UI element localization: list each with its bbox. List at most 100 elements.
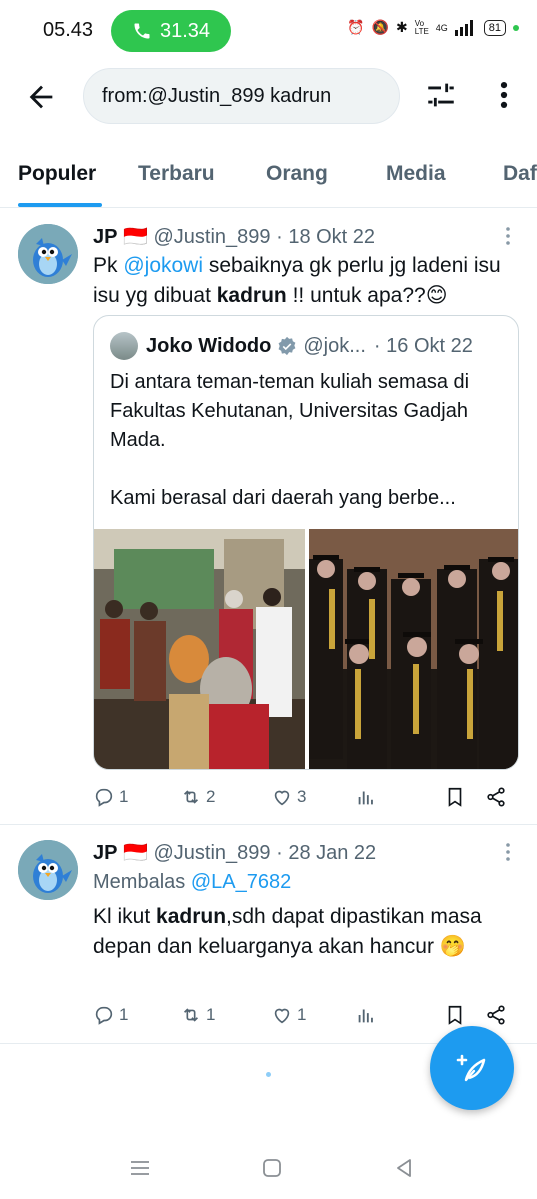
filter-settings-icon[interactable] — [424, 78, 458, 112]
compose-tweet-button[interactable] — [430, 1026, 514, 1110]
reply-button[interactable]: 1 — [93, 786, 128, 808]
home-icon[interactable] — [258, 1154, 286, 1182]
tweet-menu-icon[interactable] — [498, 840, 518, 864]
author-name[interactable]: JP — [93, 226, 117, 248]
ongoing-call-pill[interactable]: 31.34 — [111, 10, 231, 52]
reply-count: 1 — [119, 787, 129, 806]
retweet-count: 1 — [206, 1005, 216, 1024]
author-handle[interactable]: @Justin_899 — [154, 226, 271, 248]
verified-badge-icon — [278, 336, 296, 356]
avatar[interactable] — [18, 840, 78, 900]
quote-author-handle: @jok... — [303, 334, 366, 357]
share-button[interactable] — [485, 786, 507, 808]
photo-graduation[interactable] — [308, 529, 518, 769]
like-button[interactable]: 3 — [271, 786, 306, 808]
signal-icon — [454, 19, 473, 36]
back-arrow-icon[interactable] — [24, 80, 58, 114]
author-flag: 🇮🇩 — [123, 842, 148, 864]
retweet-icon — [183, 1008, 199, 1022]
mute-icon: 🔕 — [371, 19, 389, 35]
tweet-text-part: !! untuk apa??😊 — [286, 284, 448, 307]
views-chart-icon — [358, 791, 373, 805]
tweet-text-part: Pk — [93, 254, 124, 277]
like-button[interactable]: 1 — [271, 1004, 306, 1026]
search-header: from:@Justin_899 kadrun — [0, 62, 537, 132]
share-button[interactable] — [485, 1004, 507, 1026]
search-keyword: kadrun — [216, 284, 287, 307]
compose-feather-icon — [456, 1054, 486, 1082]
tweet-header: JP 🇮🇩 @Justin_899 · 18 Okt 22 — [93, 224, 375, 249]
active-tab-indicator — [18, 203, 102, 207]
quote-text-paragraph-2: Kami berasal dari daerah yang berbe... — [110, 487, 456, 509]
status-bar: 05.43 31.34 ⏰ 🔕 ✱ Vo LTE 4G 81 — [0, 0, 537, 62]
back-nav-icon[interactable] — [390, 1154, 418, 1182]
system-nav-bar — [0, 1140, 537, 1199]
tweet-actions: 1 2 3 — [93, 786, 513, 816]
tab-terbaru[interactable]: Terbaru — [138, 162, 215, 186]
status-time: 05.43 — [43, 19, 94, 41]
reply-to-link[interactable]: @LA_7682 — [191, 871, 291, 893]
quote-text-paragraph: Di antara teman-teman kuliah semasa di F… — [110, 371, 470, 451]
retweet-icon — [183, 790, 199, 804]
bird-avatar-icon — [18, 224, 78, 284]
photo-group-meeting[interactable] — [94, 529, 306, 769]
recent-apps-icon[interactable] — [126, 1154, 154, 1182]
bookmark-button[interactable] — [444, 786, 466, 808]
mention-link[interactable]: @jokowi — [123, 254, 203, 277]
bookmark-button[interactable] — [444, 1004, 466, 1026]
like-count: 3 — [297, 787, 307, 806]
views-button[interactable] — [355, 786, 377, 808]
views-button[interactable] — [355, 1004, 377, 1026]
tweet-text: Pk @jokowi sebaiknya gk perlu jg ladeni … — [93, 251, 513, 311]
quote-text: Di antara teman-teman kuliah semasa di F… — [110, 368, 506, 513]
share-icon — [487, 1005, 505, 1025]
tweet-actions: 1 1 1 — [93, 1004, 513, 1034]
bookmark-icon — [448, 787, 462, 807]
tweet-date: · 18 Okt 22 — [276, 226, 376, 248]
charging-dot — [513, 24, 519, 31]
retweet-button[interactable]: 2 — [180, 786, 215, 808]
heart-icon — [274, 790, 290, 806]
author-handle[interactable]: @Justin_899 — [154, 842, 271, 864]
retweet-button[interactable]: 1 — [180, 1004, 215, 1026]
quoted-tweet[interactable]: Joko Widodo @jok... · 16 Okt 22 Di antar… — [93, 315, 519, 770]
author-name[interactable]: JP — [93, 842, 117, 864]
reply-icon — [95, 1006, 113, 1025]
network-label: 4G — [435, 22, 448, 33]
reply-count: 1 — [119, 1005, 129, 1024]
bluetooth-icon: ✱ — [396, 19, 408, 35]
quote-header: Joko Widodo @jok... · 16 Okt 22 — [110, 332, 473, 360]
avatar[interactable] — [18, 224, 78, 284]
bird-avatar-icon — [18, 840, 78, 900]
status-icons: ⏰ 🔕 ✱ Vo LTE 4G 81 — [347, 19, 519, 36]
volte-label: Vo LTE — [414, 18, 429, 36]
alarm-icon: ⏰ — [347, 19, 365, 35]
tweet-date: · 28 Jan 22 — [276, 842, 377, 864]
tweet[interactable]: JP 🇮🇩 @Justin_899 · 18 Okt 22 Pk @jokowi… — [0, 208, 537, 825]
like-count: 1 — [297, 1005, 307, 1024]
tab-media[interactable]: Media — [386, 162, 446, 186]
tab-orang[interactable]: Orang — [266, 162, 328, 186]
reply-button[interactable]: 1 — [93, 1004, 128, 1026]
reply-prefix: Membalas — [93, 871, 191, 893]
tweet-menu-icon[interactable] — [498, 224, 518, 248]
more-options-icon[interactable] — [490, 78, 518, 112]
reply-icon — [95, 788, 113, 807]
quote-media — [94, 529, 518, 769]
loading-indicator — [266, 1072, 271, 1077]
quote-avatar — [110, 332, 138, 360]
author-flag: 🇮🇩 — [123, 226, 148, 248]
reply-context: Membalas @LA_7682 — [93, 871, 291, 894]
phone-icon — [134, 23, 150, 39]
tab-daftar[interactable]: Daf — [503, 162, 537, 186]
search-input[interactable]: from:@Justin_899 kadrun — [83, 68, 400, 124]
tweet-text-part: Kl ikut — [93, 905, 157, 928]
tweet[interactable]: JP 🇮🇩 @Justin_899 · 28 Jan 22 Membalas @… — [0, 826, 537, 1044]
quote-date: · 16 Okt 22 — [373, 334, 473, 357]
share-icon — [487, 787, 505, 807]
search-keyword: kadrun — [156, 905, 227, 928]
tab-populer[interactable]: Populer — [18, 162, 96, 186]
search-query: from:@Justin_899 kadrun — [102, 84, 332, 107]
graduation-photo-image — [308, 529, 518, 769]
group-meeting-photo-image — [94, 529, 305, 769]
